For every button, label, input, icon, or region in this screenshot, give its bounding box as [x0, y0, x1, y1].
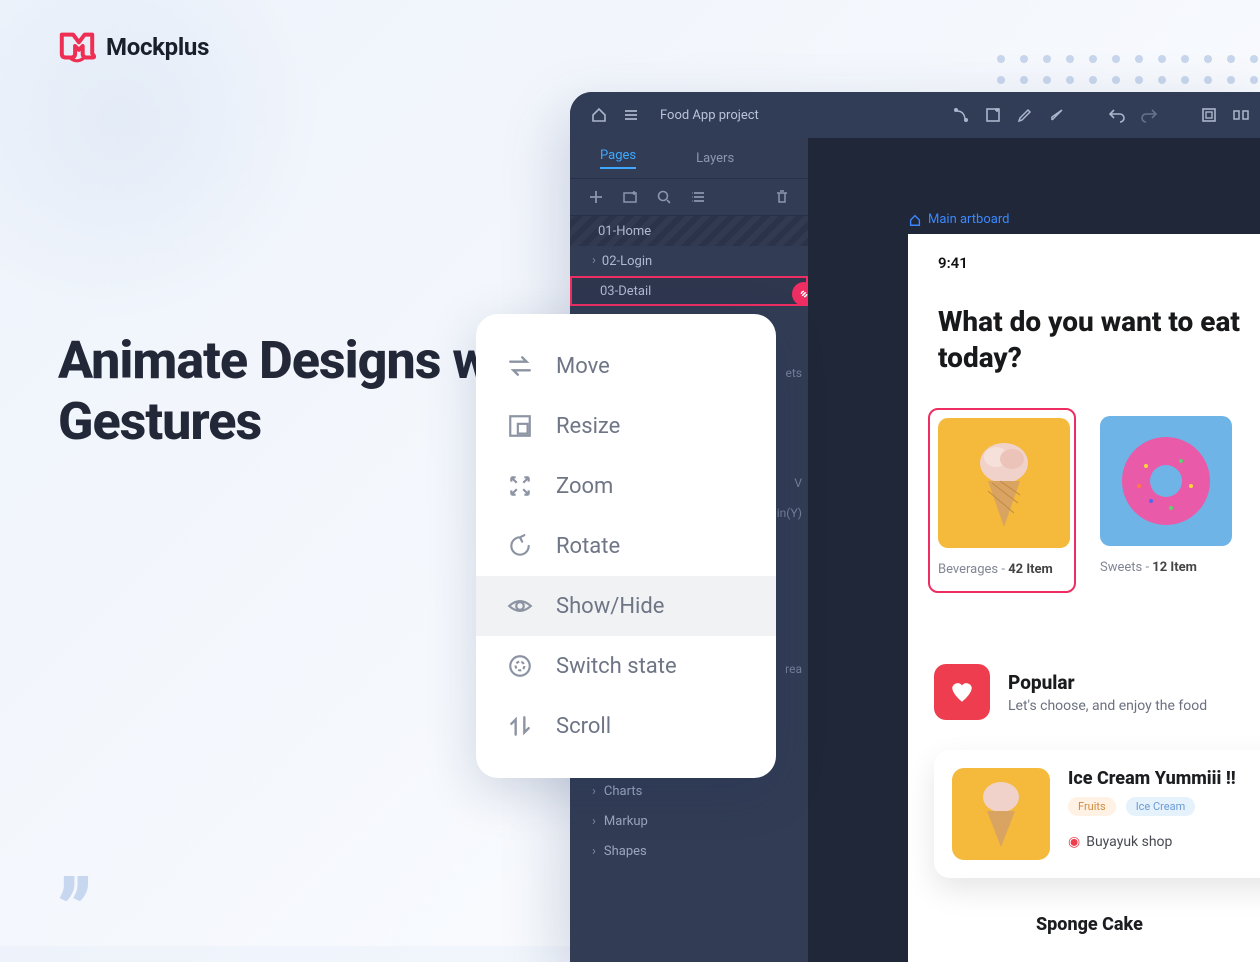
- connector-icon[interactable]: [952, 106, 970, 124]
- zoom-icon: [506, 472, 534, 500]
- category-row: Beverages - 42 Item Sweets - 12 Item: [928, 408, 1260, 593]
- donut-image: [1100, 416, 1232, 546]
- ice-cream-image: [938, 418, 1070, 548]
- add-icon[interactable]: [588, 189, 604, 205]
- category-card-snack[interactable]: Snac: [1256, 408, 1260, 593]
- snip-iny: in(Y): [777, 506, 802, 520]
- quote-icon: ,,: [58, 812, 85, 906]
- distribute-icon[interactable]: [1232, 106, 1250, 124]
- interaction-context-menu: Move Resize Zoom Rotate Show/Hide Switch…: [476, 314, 776, 778]
- snip-v: V: [794, 476, 802, 490]
- canvas[interactable]: Main artboard 9:41 What do you want to e…: [808, 138, 1260, 962]
- add-artboard-icon[interactable]: [984, 106, 1002, 124]
- snip-ets: ets: [786, 366, 802, 380]
- ctx-rotate[interactable]: Rotate: [476, 516, 776, 576]
- group-markup[interactable]: Markup: [570, 806, 808, 836]
- resize-icon: [506, 412, 534, 440]
- undo-icon[interactable]: [1108, 106, 1126, 124]
- panel-tabs: Pages Layers: [570, 138, 808, 178]
- brand-logo: Mockplus: [58, 30, 209, 64]
- food-tag: Ice Cream: [1126, 797, 1196, 816]
- redo-icon[interactable]: [1140, 106, 1158, 124]
- brand-name: Mockplus: [106, 33, 209, 61]
- ctx-resize[interactable]: Resize: [476, 396, 776, 456]
- menu-icon[interactable]: [622, 106, 640, 124]
- page-item-login[interactable]: 02-Login: [570, 246, 808, 276]
- food-shop: ◉ Buyayuk shop $: [1068, 834, 1260, 850]
- category-card-beverages[interactable]: Beverages - 42 Item: [928, 408, 1076, 593]
- project-name: Food App project: [660, 108, 938, 123]
- tab-layers[interactable]: Layers: [696, 151, 734, 166]
- ctx-move[interactable]: Move: [476, 336, 776, 396]
- dot-grid: [997, 55, 1260, 84]
- ctx-switch-state[interactable]: Switch state: [476, 636, 776, 696]
- pen-icon[interactable]: [1016, 106, 1034, 124]
- popular-section: Popular Let's choose, and enjoy the food: [934, 664, 1207, 720]
- heart-button[interactable]: [934, 664, 990, 720]
- statusbar-time: 9:41: [938, 254, 968, 272]
- pin-icon: ◉: [1068, 834, 1080, 850]
- search-icon[interactable]: [656, 189, 672, 205]
- move-icon: [506, 352, 534, 380]
- logo-mark-icon: [58, 30, 96, 64]
- ctx-scroll[interactable]: Scroll: [476, 696, 776, 756]
- artboard-label[interactable]: Main artboard: [908, 212, 1009, 227]
- tab-pages[interactable]: Pages: [600, 148, 636, 169]
- page-item-detail[interactable]: 03-Detail: [570, 276, 808, 306]
- ctx-show-hide[interactable]: Show/Hide: [476, 576, 776, 636]
- hero-title: What do you want to eat today?: [938, 304, 1260, 376]
- align-icon[interactable]: [1200, 106, 1218, 124]
- scroll-icon: [506, 712, 534, 740]
- popular-subtitle: Let's choose, and enjoy the food: [1008, 698, 1207, 714]
- page-list: 01-Home 02-Login 03-Detail: [570, 216, 808, 306]
- list-icon[interactable]: [690, 189, 706, 205]
- mobile-artboard[interactable]: 9:41 What do you want to eat today?: [908, 234, 1260, 962]
- eye-icon: [506, 592, 534, 620]
- group-shapes[interactable]: Shapes: [570, 836, 808, 866]
- group-charts[interactable]: Charts: [570, 776, 808, 806]
- food-title-2: Sponge Cake: [1036, 914, 1143, 935]
- trash-icon[interactable]: [774, 189, 790, 205]
- food-image: [952, 768, 1050, 860]
- food-card[interactable]: Ice Cream Yummiii !! Fruits Ice Cream ◉ …: [934, 750, 1260, 878]
- category-label: Beverages - 42 Item: [938, 562, 1066, 577]
- ctx-zoom[interactable]: Zoom: [476, 456, 776, 516]
- page-item-home[interactable]: 01-Home: [570, 216, 808, 246]
- rotate-icon: [506, 532, 534, 560]
- app-topbar: Food App project: [570, 92, 1260, 138]
- home-icon[interactable]: [590, 106, 608, 124]
- new-folder-icon[interactable]: [622, 189, 638, 205]
- category-card-sweets[interactable]: Sweets - 12 Item: [1092, 408, 1240, 593]
- food-title: Ice Cream Yummiii !!: [1068, 768, 1260, 789]
- snip-rea: rea: [785, 662, 802, 676]
- switch-state-icon: [506, 652, 534, 680]
- popular-title: Popular: [1008, 671, 1207, 694]
- home-small-icon: [908, 213, 922, 227]
- panel-tools: [570, 178, 808, 216]
- food-tag: Fruits: [1068, 797, 1116, 816]
- pencil-icon[interactable]: [1048, 106, 1066, 124]
- food-tags: Fruits Ice Cream: [1068, 797, 1260, 816]
- category-label: Sweets - 12 Item: [1100, 560, 1232, 575]
